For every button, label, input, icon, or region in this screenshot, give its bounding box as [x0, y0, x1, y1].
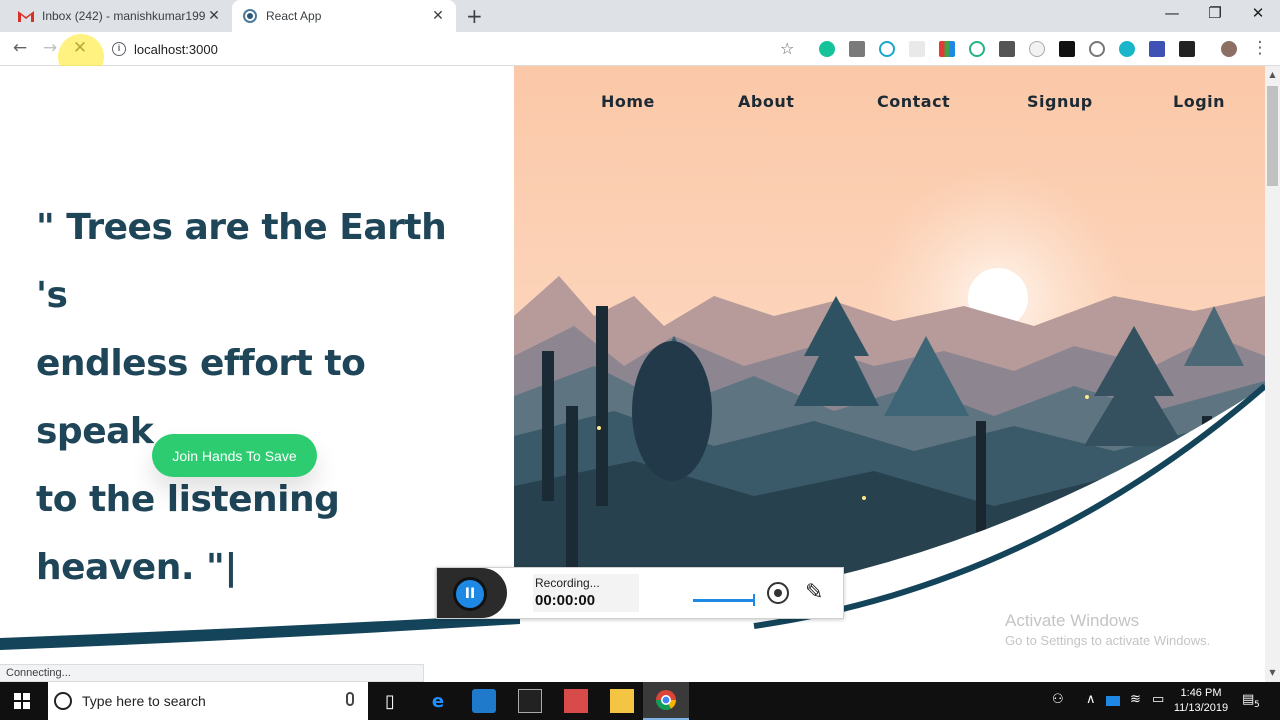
notification-count: 5 [1254, 700, 1260, 710]
wifi-icon[interactable]: ≋ [1130, 692, 1141, 707]
webcam-icon[interactable] [767, 582, 789, 604]
address-text: localhost:3000 [134, 41, 218, 57]
nav-contact[interactable]: Contact [877, 92, 950, 111]
recorder-control-panel: II [437, 568, 507, 618]
grammarly-icon[interactable] [819, 41, 835, 57]
status-bubble: Connecting... [0, 664, 424, 682]
taskbar: Type here to search ▯ e ⚇ ∧ ≋ ▭ ▤ 5 [0, 682, 1280, 720]
tab-strip: Inbox (242) - manishkumar1992 ✕ React Ap… [0, 0, 1280, 32]
audio-level-slider[interactable] [693, 599, 755, 602]
watermark-title: Activate Windows [1005, 611, 1140, 630]
minimize-button[interactable]: — [1152, 4, 1192, 22]
ghost-icon[interactable] [1029, 41, 1045, 57]
color-picker-icon[interactable] [939, 41, 955, 57]
more-menu-icon[interactable]: ⋮ [1248, 38, 1272, 58]
tab-gmail[interactable]: Inbox (242) - manishkumar1992 ✕ [8, 0, 232, 32]
address-bar[interactable]: i localhost:3000 [104, 36, 810, 62]
tab-title: Inbox (242) - manishkumar1992 [42, 9, 206, 23]
people-icon[interactable]: ⚇ [1052, 692, 1064, 707]
star-icon[interactable]: ☆ [780, 39, 794, 58]
bookmark-ext-icon[interactable] [1149, 41, 1165, 57]
glasses-icon[interactable] [1179, 41, 1195, 57]
browser-toolbar: ← → i localhost:3000 ☆ ⋮ ✕ [0, 32, 1280, 66]
microphone-icon[interactable] [346, 692, 354, 706]
clock-date: 11/13/2019 [1173, 702, 1229, 714]
nav-home[interactable]: Home [601, 92, 655, 111]
avatar[interactable] [1221, 41, 1237, 57]
close-icon[interactable]: ✕ [430, 8, 446, 24]
slider-handle[interactable] [753, 594, 755, 606]
camera-icon[interactable] [849, 41, 865, 57]
app-icon[interactable] [564, 689, 588, 713]
recording-status: Recording... 00:00:00 [533, 574, 639, 612]
screen-recorder: II Recording... 00:00:00 ✎ [436, 567, 844, 619]
file-explorer-icon[interactable] [610, 689, 634, 713]
taskbar-search[interactable]: Type here to search [48, 682, 368, 720]
window-close-button[interactable]: ✕ [1238, 4, 1278, 22]
gmail-icon [18, 8, 34, 24]
activate-windows-watermark: Activate Windows Go to Settings to activ… [1005, 611, 1210, 648]
eyedropper-icon[interactable] [999, 41, 1015, 57]
maximize-button[interactable]: ❐ [1195, 4, 1235, 22]
system-clock[interactable]: 1:46 PM 11/13/2019 [1162, 686, 1240, 716]
close-icon[interactable]: ✕ [206, 8, 222, 24]
scrollbar-thumb[interactable] [1267, 86, 1278, 186]
recorder-tray-icon[interactable] [1106, 696, 1120, 706]
notification-icon[interactable]: ▤ [1242, 692, 1254, 707]
nav-login[interactable]: Login [1173, 92, 1225, 111]
scroll-up-icon[interactable]: ▲ [1265, 70, 1280, 79]
cortana-icon [54, 692, 72, 710]
recording-label: Recording... [535, 576, 600, 590]
nav-signup[interactable]: Signup [1027, 92, 1093, 111]
scroll-down-icon[interactable]: ▼ [1265, 668, 1280, 677]
refresh-extension-icon[interactable] [969, 41, 985, 57]
bird-icon[interactable] [1059, 41, 1075, 57]
back-arrow-icon[interactable]: ← [8, 38, 32, 58]
terminal-icon[interactable] [518, 689, 542, 713]
tab-title: React App [266, 9, 322, 23]
watermark-subtitle: Go to Settings to activate Windows. [1005, 633, 1211, 648]
search-placeholder: Type here to search [82, 693, 206, 709]
pencil-icon[interactable]: ✎ [805, 580, 823, 605]
vscode-icon[interactable] [472, 689, 496, 713]
recording-timer: 00:00:00 [535, 592, 596, 609]
new-tab-button[interactable]: + [466, 4, 483, 28]
clock-time: 1:46 PM [1180, 687, 1222, 699]
nav-about[interactable]: About [738, 92, 794, 111]
h-circle-icon[interactable] [1089, 41, 1105, 57]
task-view-icon[interactable]: ▯ [378, 689, 402, 713]
react-icon [242, 8, 258, 24]
extension-icon[interactable] [909, 41, 925, 57]
tab-react-app[interactable]: React App ✕ [232, 0, 456, 32]
edge-icon[interactable]: e [426, 689, 450, 713]
info-icon[interactable]: i [112, 42, 126, 56]
pause-icon[interactable]: II [453, 577, 487, 611]
chevron-up-icon[interactable]: ∧ [1086, 692, 1096, 707]
alarm-clock-icon[interactable] [879, 41, 895, 57]
windows-start-icon[interactable] [14, 693, 30, 709]
chrome-taskbar-button[interactable] [643, 682, 689, 720]
m-circle-icon[interactable] [1119, 41, 1135, 57]
